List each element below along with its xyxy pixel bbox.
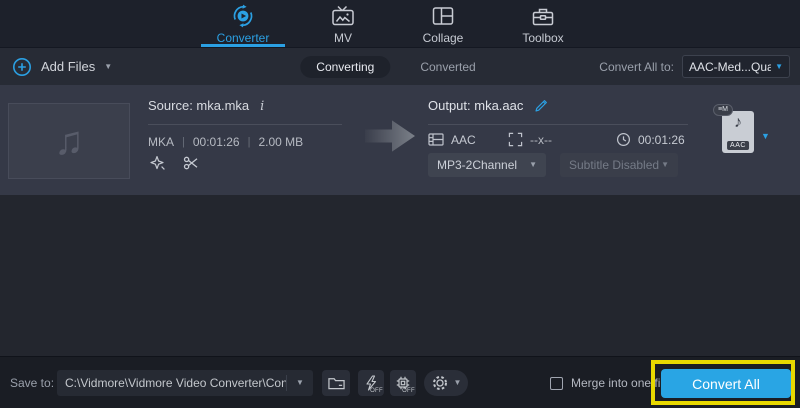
collage-icon [432,7,454,25]
output-format-dropdown[interactable]: AAC-Med...Quality ▼ [682,55,790,78]
folder-icon [327,378,345,390]
tab-mv-label: MV [334,31,352,45]
save-path-dropdown[interactable]: C:\Vidmore\Vidmore Video Converter\Conve… [57,370,313,396]
tab-converter-label: Converter [216,31,270,45]
tab-converted[interactable]: Converted [420,60,475,74]
add-files-button[interactable]: Add Files ▼ [12,48,112,85]
settings-button[interactable]: ▼ [424,370,468,396]
toolbox-icon [532,8,554,26]
main-nav-tabs: Converter MV Collage Toolbox [0,0,800,47]
plus-circle-icon [13,57,31,76]
cut-button[interactable] [183,155,199,171]
mv-icon [332,5,354,26]
footer-bar: Save to: C:\Vidmore\Vidmore Video Conver… [0,356,800,408]
vidmore-converter-window: Converter MV Collage Toolbox Add Files ▼… [0,0,800,408]
source-title: Source: mka.mka i [148,98,264,114]
merge-option: Merge into one file [550,357,670,408]
source-divider [148,124,342,125]
separator: | [182,136,185,148]
output-resolution-group: --x-- [508,132,552,147]
source-duration: 00:01:26 [192,135,240,149]
chevron-down-icon: ▼ [296,378,304,387]
chevron-down-icon: ▼ [529,160,537,169]
tab-converting[interactable]: Converting [300,55,391,78]
open-folder-button[interactable] [322,370,350,396]
file-toolbar: Add Files ▼ Converting Converted Convert… [0,48,800,85]
file-list-item: ♫ Source: mka.mka i MKA | 00:01:26 | 2.0… [0,85,800,195]
tab-toolbox[interactable]: Toolbox [502,0,584,47]
chevron-down-icon: ▼ [775,61,783,71]
format-label: AAC [727,141,749,150]
source-size: 2.00 MB [258,135,304,149]
edit-tools [150,155,199,171]
file-list-empty-area [0,195,800,356]
convert-all-to-label: Convert All to: [599,59,674,74]
resolution-icon [508,132,523,147]
converter-icon [233,4,253,28]
file-card: ♪ AAC [722,111,754,153]
output-format-group: AAC [428,132,476,147]
chevron-down-icon: ▼ [661,160,669,169]
magic-star-icon [150,156,165,170]
output-filename: Output: mka.aac [428,98,524,113]
media-thumbnail: ♫ [8,103,130,179]
tab-toolbox-label: Toolbox [522,31,564,45]
audio-track-value: MP3-2Channel [437,158,518,172]
output-duration-text: 00:01:26 [638,132,685,147]
audio-track-dropdown[interactable]: MP3-2Channel ▼ [428,153,546,177]
format-caret-icon[interactable]: ▼ [761,132,770,141]
subtitle-dropdown[interactable]: Subtitle Disabled ▼ [560,153,678,177]
high-speed-off-label: OFF [370,388,383,394]
add-files-caret-icon[interactable]: ▼ [104,62,112,71]
gear-icon [432,376,447,390]
source-format: MKA [148,135,175,149]
hardware-off-label: OFF [402,388,415,394]
high-speed-toggle-button[interactable]: OFF [358,370,384,396]
save-to-label: Save to: [10,376,55,390]
rename-pencil-icon[interactable] [534,98,549,113]
info-icon[interactable]: i [260,99,264,114]
convert-all-button[interactable]: Convert All [661,369,791,398]
merge-label: Merge into one file [571,376,670,390]
tab-converter[interactable]: Converter [201,0,285,47]
output-resolution-text: --x-- [530,132,552,147]
output-format-value: AAC-Med...Quality [689,59,772,74]
save-path-value: C:\Vidmore\Vidmore Video Converter\Conve… [65,376,286,390]
convert-all-to-group: Convert All to: AAC-Med...Quality ▼ [599,48,790,85]
main-nav: Converter MV Collage Toolbox [0,0,800,48]
output-divider [428,124,688,125]
film-icon [428,133,444,146]
clock-icon [616,132,631,147]
output-info-row: AAC --x-- 00:01:26 [428,132,690,149]
tab-collage[interactable]: Collage [402,0,484,47]
conversion-arrow [365,120,415,152]
separator: | [247,136,251,148]
edit-effects-button[interactable] [150,155,166,171]
tab-collage-label: Collage [422,31,464,45]
scissors-icon [183,156,198,170]
queue-tabs: Converting Converted [300,48,476,85]
merge-checkbox[interactable] [550,376,563,390]
output-duration-group: 00:01:26 [616,132,685,147]
hardware-acceleration-button[interactable]: OFF [390,370,416,396]
music-note-icon: ♫ [54,119,84,163]
source-meta: MKA | 00:01:26 | 2.00 MB [148,135,303,149]
add-files-label: Add Files [41,59,96,74]
output-format-text: AAC [451,132,476,147]
tab-mv[interactable]: MV [302,0,384,47]
source-filename: Source: mka.mka [148,98,250,113]
output-title: Output: mka.aac [428,98,549,113]
chevron-down-icon: ▼ [453,378,462,387]
output-format-thumbnail[interactable]: ♪ AAC ≡M [713,104,754,153]
format-badge: ≡M [713,104,733,116]
subtitle-value: Subtitle Disabled [569,158,660,172]
